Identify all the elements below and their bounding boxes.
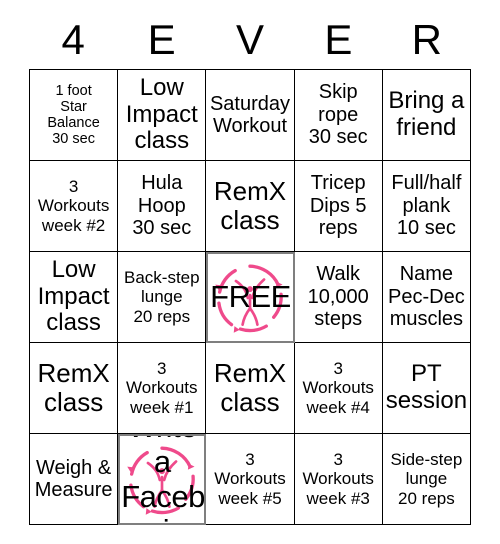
bingo-cell-label: Bring a friend — [388, 87, 465, 141]
bingo-cell[interactable]: Full/half plank 10 sec — [382, 161, 471, 252]
bingo-cell-label: 3 Workouts week #3 — [302, 450, 374, 508]
header-letter-5: R — [411, 16, 442, 63]
bingo-cell[interactable]: 3 Workouts week #3 — [294, 434, 383, 525]
bingo-cell[interactable]: RemX class — [206, 343, 295, 434]
bingo-cell[interactable]: Side-step lunge 20 reps — [382, 434, 471, 525]
bingo-cell[interactable]: Hula Hoop 30 sec — [118, 161, 207, 252]
bingo-cell-label: Walk 10,000 steps — [307, 263, 369, 331]
bingo-cell-label: Name Pec-Dec muscles — [388, 263, 465, 331]
bingo-cell-label: 3 Workouts week #2 — [37, 177, 110, 235]
bingo-cell[interactable]: Skip rope 30 sec — [294, 70, 383, 161]
bingo-cell[interactable]: Low Impact class — [118, 70, 207, 161]
bingo-cell-label: Saturday Workout — [209, 92, 291, 137]
bingo-cell-label: Hula Hoop 30 sec — [132, 172, 192, 240]
header-letter-2: E — [147, 16, 176, 63]
bingo-cell[interactable]: Bring a friend — [382, 70, 471, 161]
bingo-cell-label: Tricep Dips 5 reps — [309, 172, 367, 240]
bingo-cell-label: RemX class — [213, 357, 287, 417]
bingo-cell-label: RemX class — [213, 175, 287, 235]
bingo-cell[interactable]: FREE — [206, 252, 295, 343]
header-letter-3: V — [236, 16, 265, 63]
bingo-cell[interactable]: Tricep Dips 5 reps — [294, 161, 383, 252]
bingo-cell[interactable]: Low Impact class — [30, 252, 119, 343]
bingo-cell-label: Skip rope 30 sec — [308, 81, 368, 149]
bingo-cell[interactable]: 3 Workouts week #5 — [206, 434, 295, 525]
bingo-cell-label: 3 Workouts week #1 — [126, 359, 198, 417]
bingo-cell[interactable]: Name Pec-Dec muscles — [382, 252, 471, 343]
bingo-cell-label: RemX class — [37, 357, 110, 417]
bingo-cell-label: FREE — [210, 279, 291, 315]
bingo-cell[interactable]: RemX class — [30, 343, 119, 434]
bingo-cell-label: Back-step lunge 20 reps — [123, 268, 200, 326]
bingo-cell[interactable]: Back-step lunge 20 reps — [118, 252, 207, 343]
bingo-cell-label: 1 foot Star Balance 30 sec — [47, 82, 100, 148]
bingo-cell-label: Weigh & Measure — [34, 456, 113, 501]
bingo-cell[interactable]: PT session — [382, 343, 471, 434]
bingo-cell[interactable]: Write a Facebook review — [118, 434, 207, 525]
bingo-cell-label: PT session — [385, 360, 468, 414]
bingo-cell-label: 3 Workouts week #5 — [214, 450, 286, 508]
bingo-cell[interactable]: 3 Workouts week #1 — [118, 343, 207, 434]
bingo-cell[interactable]: Weigh & Measure — [30, 434, 119, 525]
bingo-cell-label: Side-step lunge 20 reps — [390, 450, 463, 508]
bingo-cell[interactable]: RemX class — [206, 161, 295, 252]
header-letter-1: 4 — [61, 16, 85, 63]
bingo-cell-label: 3 Workouts week #4 — [302, 359, 374, 417]
bingo-cell[interactable]: 3 Workouts week #4 — [294, 343, 383, 434]
header-letter-4: E — [324, 16, 353, 63]
bingo-card: 4 E V E R 1 foot Star Balance 30 sec Low … — [0, 0, 500, 544]
bingo-cell[interactable]: Saturday Workout — [206, 70, 295, 161]
bingo-cell[interactable]: 3 Workouts week #2 — [30, 161, 119, 252]
bingo-header-letters: 4 E V E R — [29, 14, 471, 66]
bingo-cell-label: Full/half plank 10 sec — [391, 172, 462, 240]
bingo-cell-label: Low Impact class — [37, 255, 110, 337]
bingo-cell[interactable]: 1 foot Star Balance 30 sec — [30, 70, 119, 161]
bingo-grid: 1 foot Star Balance 30 sec Low Impact cla… — [29, 69, 471, 525]
bingo-cell-label: Write a Facebook review — [121, 436, 205, 523]
bingo-cell-label: Low Impact class — [125, 73, 198, 155]
bingo-cell[interactable]: Walk 10,000 steps — [294, 252, 383, 343]
